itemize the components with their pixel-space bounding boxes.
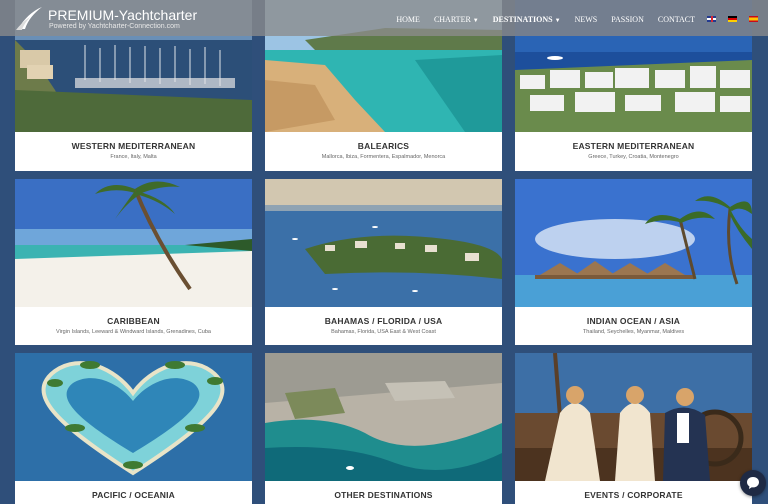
site-header: PREMIUM-Yachtcharter Powered by Yachtcha… [0, 0, 768, 36]
destination-subtitle: Thailand, Seychelles, Myanmar, Maldives [582, 329, 685, 335]
destination-title: EASTERN MEDITERRANEAN [572, 141, 695, 151]
nav-contact[interactable]: CONTACT [658, 15, 695, 24]
caret-down-icon: ▼ [554, 17, 561, 24]
destination-title: WESTERN MEDITERRANEAN [71, 141, 196, 151]
spain-flag-icon[interactable] [749, 16, 758, 22]
destination-subtitle: Virgin Islands, Leeward & Windward Islan… [56, 329, 211, 335]
nav-home[interactable]: HOME [396, 15, 420, 24]
destination-card-pacific-oceania[interactable]: PACIFIC / OCEANIA [15, 353, 252, 504]
destination-title: INDIAN OCEAN / ASIA [586, 316, 681, 326]
destination-card-events-corporate[interactable]: EVENTS / CORPORATE [515, 353, 752, 504]
nav-charter[interactable]: CHARTER ▼ [434, 15, 479, 24]
destination-image-yacht-party [515, 353, 752, 481]
nav-destinations[interactable]: DESTINATIONS ▼ [493, 15, 561, 24]
nav-news[interactable]: NEWS [575, 15, 598, 24]
sail-logo-icon [16, 7, 42, 30]
brand-name: PREMIUM-Yachtcharter [48, 7, 198, 23]
destination-card-other-destinations[interactable]: OTHER DESTINATIONS [265, 353, 502, 504]
destination-title: OTHER DESTINATIONS [334, 490, 433, 500]
destination-subtitle: Mallorca, Ibiza, Formentera, Espalmador,… [321, 154, 446, 160]
destination-title: BAHAMAS / FLORIDA / USA [324, 316, 443, 326]
destination-image-palm-beach [15, 179, 252, 307]
nav-passion[interactable]: PASSION [611, 15, 644, 24]
destination-title: PACIFIC / OCEANIA [91, 490, 176, 500]
destination-image-aerial-coast [265, 353, 502, 481]
destination-image-heart-reef [15, 353, 252, 481]
destination-title: CARIBBEAN [107, 316, 160, 326]
chat-bubble-icon [747, 477, 759, 489]
germany-flag-icon[interactable] [728, 16, 737, 22]
destination-subtitle: Greece, Turkey, Croatia, Montenegro [588, 154, 679, 160]
destination-card-indian-ocean-asia[interactable]: INDIAN OCEAN / ASIA Thailand, Seychelles… [515, 179, 752, 345]
destination-subtitle: France, Italy, Malta [110, 154, 157, 160]
main-nav: HOME CHARTER ▼ DESTINATIONS ▼ NEWS PASSION… [382, 12, 758, 26]
destination-card-bahamas-florida-usa[interactable]: BAHAMAS / FLORIDA / USA Bahamas, Florida… [265, 179, 502, 345]
site-logo[interactable]: PREMIUM-Yachtcharter Powered by Yachtcha… [14, 4, 198, 34]
caret-down-icon: ▼ [472, 17, 479, 24]
destination-title: BALEARICS [357, 141, 410, 151]
brand-tagline: Powered by Yachtcharter-Connection.com [49, 23, 180, 30]
destination-title: EVENTS / CORPORATE [584, 490, 683, 500]
destination-image-overwater-bungalows [515, 179, 752, 307]
chat-button[interactable] [740, 470, 766, 496]
uk-flag-icon[interactable] [707, 16, 716, 22]
destination-card-caribbean[interactable]: CARIBBEAN Virgin Islands, Leeward & Wind… [15, 179, 252, 345]
destination-image-florida-island [265, 179, 502, 307]
destination-subtitle: Bahamas, Florida, USA East & West Coast [331, 329, 436, 335]
